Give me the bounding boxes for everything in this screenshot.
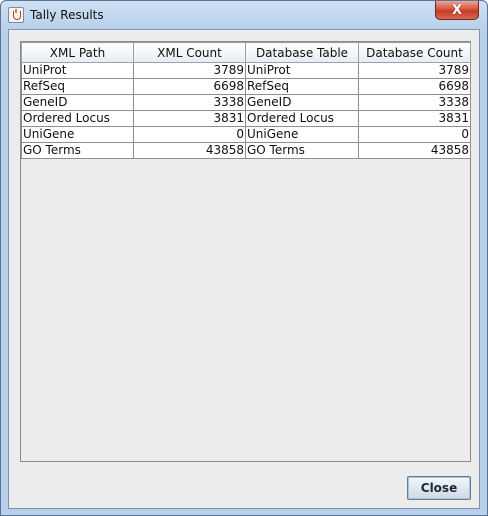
- title-bar[interactable]: Tally Results X: [1, 1, 487, 29]
- xml-count-cell[interactable]: 3831: [133, 110, 246, 127]
- xml-count-cell[interactable]: 43858: [133, 142, 246, 159]
- column-header-xml-path[interactable]: XML Path: [21, 42, 134, 63]
- column-header-database-count[interactable]: Database Count: [358, 42, 471, 63]
- database-table-cell[interactable]: GO Terms: [245, 142, 359, 159]
- table-row[interactable]: GeneID 3338 GeneID 3338: [21, 94, 471, 111]
- window-close-button[interactable]: X: [435, 1, 479, 20]
- xml-path-cell[interactable]: GO Terms: [21, 142, 134, 159]
- window-title: Tally Results: [30, 8, 104, 22]
- column-header-database-table[interactable]: Database Table: [245, 42, 359, 63]
- database-count-cell[interactable]: 3338: [358, 94, 471, 111]
- table-row[interactable]: GO Terms 43858 GO Terms 43858: [21, 142, 471, 159]
- database-count-cell[interactable]: 43858: [358, 142, 471, 159]
- table-row[interactable]: UniProt 3789 UniProt 3789: [21, 62, 471, 79]
- java-app-icon[interactable]: [8, 7, 24, 23]
- table-row[interactable]: RefSeq 6698 RefSeq 6698: [21, 78, 471, 95]
- xml-path-cell[interactable]: GeneID: [21, 94, 134, 111]
- database-count-cell[interactable]: 3831: [358, 110, 471, 127]
- xml-count-cell[interactable]: 6698: [133, 78, 246, 95]
- database-count-cell[interactable]: 3789: [358, 62, 471, 79]
- xml-path-cell[interactable]: UniProt: [21, 62, 134, 79]
- table-row[interactable]: Ordered Locus 3831 Ordered Locus 3831: [21, 110, 471, 127]
- xml-count-cell[interactable]: 3789: [133, 62, 246, 79]
- database-table-cell[interactable]: GeneID: [245, 94, 359, 111]
- database-table-cell[interactable]: UniProt: [245, 62, 359, 79]
- close-button[interactable]: Close: [407, 476, 471, 500]
- results-table-scrollpane[interactable]: XML Path XML Count Database Table Databa…: [20, 41, 471, 462]
- results-table: XML Path XML Count Database Table Databa…: [21, 42, 471, 159]
- table-header-row: XML Path XML Count Database Table Databa…: [21, 42, 471, 63]
- xml-count-cell[interactable]: 3338: [133, 94, 246, 111]
- xml-path-cell[interactable]: Ordered Locus: [21, 110, 134, 127]
- database-table-cell[interactable]: RefSeq: [245, 78, 359, 95]
- database-table-cell[interactable]: Ordered Locus: [245, 110, 359, 127]
- xml-path-cell[interactable]: UniGene: [21, 126, 134, 143]
- database-table-cell[interactable]: UniGene: [245, 126, 359, 143]
- xml-path-cell[interactable]: RefSeq: [21, 78, 134, 95]
- database-count-cell[interactable]: 6698: [358, 78, 471, 95]
- table-row[interactable]: UniGene 0 UniGene 0: [21, 126, 471, 143]
- database-count-cell[interactable]: 0: [358, 126, 471, 143]
- close-icon: X: [451, 2, 463, 18]
- xml-count-cell[interactable]: 0: [133, 126, 246, 143]
- tally-results-window: Tally Results X XML Path XML Count Datab…: [0, 0, 488, 516]
- dialog-content: XML Path XML Count Database Table Databa…: [8, 29, 480, 509]
- column-header-xml-count[interactable]: XML Count: [133, 42, 246, 63]
